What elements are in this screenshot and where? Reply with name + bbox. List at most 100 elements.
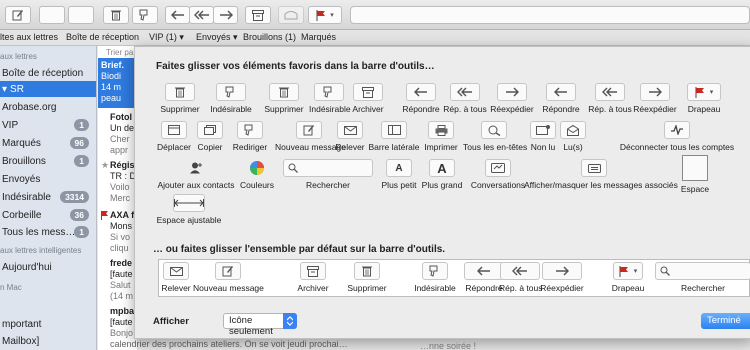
toolbar-item-related[interactable]: Afficher/masquer les messages associés	[524, 159, 678, 190]
toolbar-item-archive[interactable]: Archiver	[293, 262, 333, 293]
toolbar-item-sidebar[interactable]: Barre latérale	[367, 121, 421, 152]
toolbar-item-archive[interactable]: Archiver	[347, 83, 389, 114]
toolbar-item-unread[interactable]: Non lu	[529, 121, 557, 152]
sort-label[interactable]: Trier pa	[106, 48, 133, 57]
sidebar-item-sent[interactable]: Envoyés	[0, 171, 96, 187]
toolbar-item-reply-all[interactable]: Rép. à tous	[441, 83, 489, 114]
toolbar-item-search[interactable]: Rechercher	[283, 159, 373, 190]
toolbar-item-conversations[interactable]: Conversations	[466, 159, 530, 190]
reply-all-button[interactable]	[189, 6, 214, 24]
flag-button[interactable]: ▾	[308, 6, 342, 24]
toolbar-item-flag[interactable]: ▾ Drapeau	[605, 262, 651, 293]
favorites-sent[interactable]: Envoyés ▾	[196, 32, 238, 43]
list-item[interactable]: Fotol Un de Cher appr	[98, 110, 134, 156]
default-set-title: … ou faites glisser l'ensemble par défau…	[153, 244, 446, 255]
sidebar-item-sr[interactable]: ▾ SR	[0, 81, 96, 97]
search-icon	[283, 159, 373, 177]
toolbar-item-font-small[interactable]: A Plus petit	[379, 159, 419, 190]
toolbar-item-headers[interactable]: Tous les en-têtes	[463, 121, 527, 152]
toolbar-item-copy[interactable]: Copier	[195, 121, 225, 152]
sidebar-item-inbox[interactable]: Boîte de réception	[0, 65, 96, 81]
toolbar-item-flexible-space[interactable]: Espace ajustable	[155, 194, 223, 225]
toolbar-item-label: Réexpédier	[633, 104, 677, 114]
toolbar-item-thumbs-down[interactable]: Indésirable	[309, 83, 351, 114]
reply-button[interactable]	[165, 6, 190, 24]
sidebar-section-header: n Mac	[0, 283, 22, 292]
toolbar-item-color-wheel[interactable]: Couleurs	[233, 159, 281, 190]
toolbar-item-flag[interactable]: ▾ Drapeau	[676, 83, 732, 114]
toolbar-item-trash[interactable]: Supprimer	[157, 83, 203, 114]
toolbar-item-activity[interactable]: Déconnecter tous les comptes	[617, 121, 737, 152]
toolbar-item-thumbs-down[interactable]: Indésirable	[405, 262, 465, 293]
sidebar-item-today[interactable]: Aujourd'hui	[0, 259, 96, 275]
sidebar-section-header: aux lettres intelligentes	[0, 246, 82, 255]
favorites-drafts[interactable]: Brouillons (1)	[243, 32, 296, 42]
toolbar-item-label: Espace ajustable	[156, 215, 222, 225]
list-item[interactable]: mpba [faute Bonjo	[98, 304, 134, 339]
mailbox-button[interactable]	[278, 6, 304, 24]
toolbar-item-forward[interactable]: Réexpédier	[534, 262, 590, 293]
mail-icon	[163, 262, 189, 280]
junk-button[interactable]	[132, 6, 158, 24]
sidebar-item-all-mail[interactable]: Tous les mess… 1	[0, 224, 96, 240]
toolbar-item-trash[interactable]: Supprimer	[259, 83, 309, 114]
toolbar-item-forward[interactable]: Réexpédier	[487, 83, 537, 114]
toolbar-item-move[interactable]: Déplacer	[154, 121, 194, 152]
sheet-title: Faites glisser vos éléments favoris dans…	[156, 61, 435, 72]
compose-button[interactable]	[5, 6, 31, 24]
sidebar-item-flagged[interactable]: Marqués 96	[0, 135, 96, 151]
show-select[interactable]: Icône seulement	[223, 313, 297, 337]
toolbar-item-font-large[interactable]: A Plus grand	[419, 159, 465, 190]
delete-button[interactable]	[103, 6, 129, 24]
favorites-mailboxes[interactable]: ltes aux lettres	[0, 32, 58, 42]
printer-icon	[428, 121, 454, 139]
toolbar-item-label: Drapeau	[687, 104, 721, 114]
archive-button[interactable]	[245, 6, 271, 24]
list-item[interactable]: Brief. Biodi 14 m peau	[98, 58, 137, 108]
toolbar-item-search[interactable]: Rechercher	[655, 262, 750, 293]
toolbar-item-printer[interactable]: Imprimer	[422, 121, 460, 152]
chevron-down-icon: ▾	[633, 268, 638, 275]
sidebar-item-trash[interactable]: Corbeille 36	[0, 207, 96, 223]
sidebar-item-junk[interactable]: Indésirable 3314	[0, 189, 96, 205]
toolbar-item-mail[interactable]: Relever	[161, 262, 191, 293]
sidebar: aux lettres Boîte de réception ▾ SR Aroba…	[0, 46, 97, 350]
toolbar-item-reply[interactable]: Répondre	[464, 262, 504, 293]
toolbar-item-compose[interactable]: Nouveau message	[275, 121, 346, 152]
font-small-icon: A	[386, 159, 412, 177]
sidebar-item-arobase[interactable]: Arobase.org	[0, 99, 96, 115]
favorites-inbox[interactable]: Boîte de réception	[66, 32, 139, 42]
reply-icon	[464, 262, 504, 280]
forward-button[interactable]	[213, 6, 238, 24]
toolbar-item-thumbs-down[interactable]: Indésirable	[203, 83, 259, 114]
list-item[interactable]: AXA f Mons Si vo cliqu	[98, 208, 134, 254]
list-item[interactable]: ★ Régis TR : D Voilo Merc	[98, 158, 136, 204]
toolbar-item-read[interactable]: Lu(s)	[558, 121, 588, 152]
sidebar-item-vip[interactable]: VIP 1	[0, 117, 96, 133]
toolbar-item-trash[interactable]: Supprimer	[337, 262, 397, 293]
toolbar-item-label: Répondre	[465, 283, 503, 293]
sidebar-item-drafts[interactable]: Brouillons 1	[0, 153, 96, 169]
favorites-flagged[interactable]: Marqués	[301, 32, 336, 42]
toolbar-blank-button[interactable]	[68, 6, 94, 24]
toolbar-item-redirect[interactable]: Rediriger	[229, 121, 271, 152]
toolbar-item-reply-all[interactable]: Rép. à tous	[585, 83, 635, 114]
list-item[interactable]: frede [faute Salut (14 m	[98, 256, 133, 302]
done-button[interactable]: Terminé	[701, 313, 750, 329]
toolbar-item-mail[interactable]: Relever	[335, 121, 365, 152]
sidebar-item-important[interactable]: mportant	[0, 316, 96, 332]
toolbar-item-reply[interactable]: Répondre	[539, 83, 583, 114]
favorites-vip[interactable]: VIP (1) ▾	[149, 32, 184, 43]
toolbar-item-reply[interactable]: Répondre	[395, 83, 447, 114]
search-input[interactable]	[350, 6, 750, 24]
toolbar-item-label: Relever	[335, 142, 365, 152]
toolbar-item-forward[interactable]: Réexpédier	[631, 83, 679, 114]
toolbar-item-add-contact[interactable]: Ajouter aux contacts	[153, 159, 239, 190]
toolbar-item-compose[interactable]: Nouveau message	[193, 262, 264, 293]
activity-icon	[664, 121, 690, 139]
toolbar-item-space[interactable]: Espace	[675, 155, 715, 194]
toolbar-blank-button[interactable]	[39, 6, 65, 24]
toolbar-item-label: Nouveau message	[193, 283, 264, 293]
sidebar-item-mailbox[interactable]: Mailbox]	[0, 333, 96, 349]
default-toolbar-set[interactable]: Relever Nouveau message Archiver Supprimer I…	[158, 259, 750, 297]
